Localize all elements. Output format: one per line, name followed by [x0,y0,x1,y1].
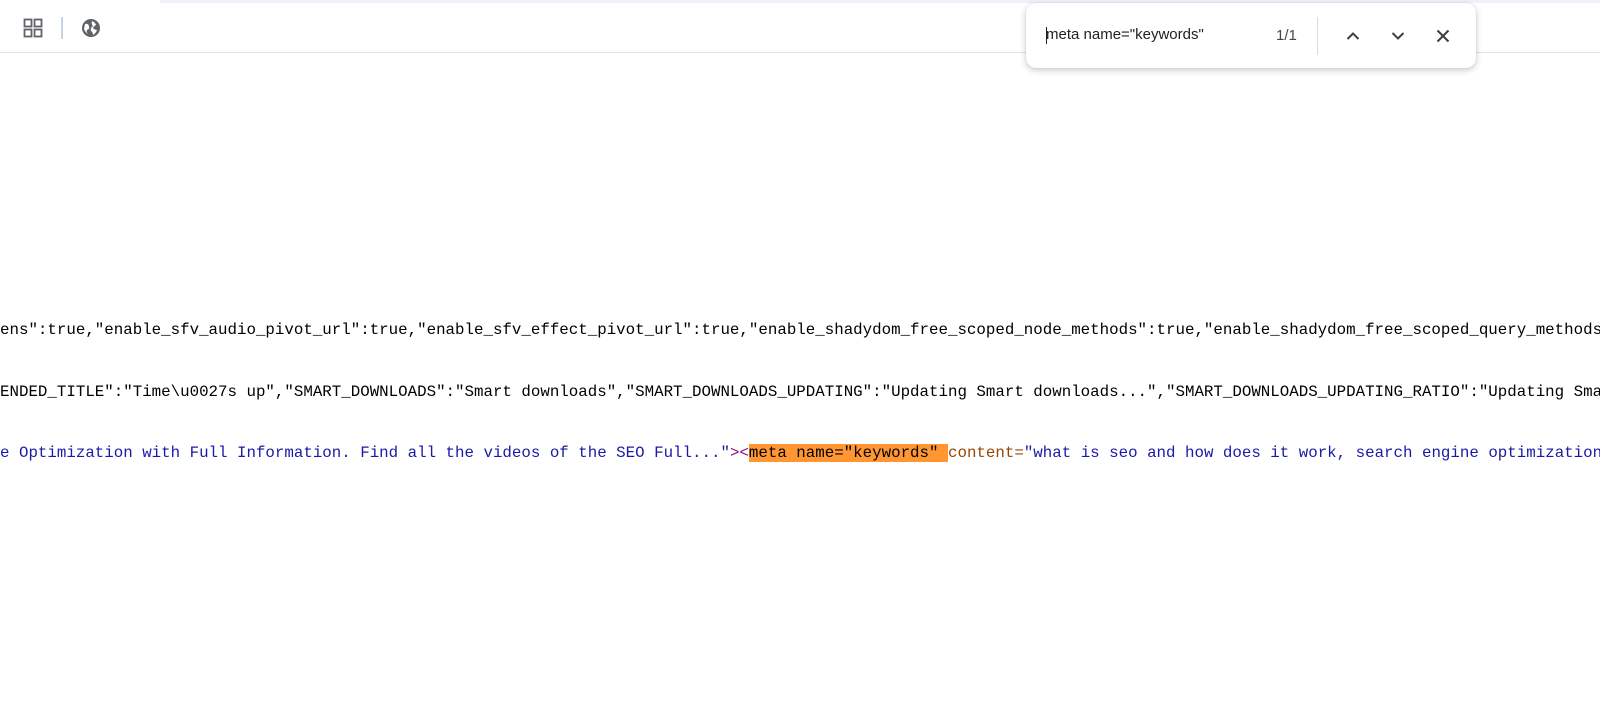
source-text: ens":true,"enable_sfv_audio_pivot_url":t… [0,321,1600,339]
attribute-value-text: "what is seo and how does it work, searc… [1023,444,1600,462]
close-find-button[interactable] [1428,21,1458,51]
source-text: ENDED_TITLE":"Time\u0027s up","SMART_DOW… [0,382,1600,401]
find-in-page-bar: 1/1 [1026,3,1476,68]
match-count: 1/1 [1276,27,1297,44]
text-caret [1046,27,1047,44]
chevron-down-icon [1391,32,1405,40]
tag-bracket: >< [729,444,749,462]
source-line: e Optimization with Full Information. Fi… [0,443,1600,464]
apps-grid-icon[interactable] [19,14,47,42]
find-bar-divider [1317,17,1318,55]
attribute-value-text: e Optimization with Full Information. Fi… [0,444,730,462]
previous-match-button[interactable] [1338,21,1368,51]
source-line: ENDED_TITLE":"Time\u0027s up","SMART_DOW… [0,382,1600,403]
source-line: ens":true,"enable_sfv_audio_pivot_url":t… [0,320,1600,341]
next-match-button[interactable] [1383,21,1413,51]
close-icon [1436,29,1450,43]
page-source-view: ens":true,"enable_sfv_audio_pivot_url":t… [0,279,1600,484]
find-input[interactable] [1046,21,1266,49]
find-match-highlight-space [938,444,948,462]
attribute-name-text: content= [947,444,1024,462]
chevron-up-icon [1346,32,1360,40]
find-match-highlight: meta name="keywords" [748,444,939,462]
globe-icon[interactable] [77,14,105,42]
toolbar-divider [61,17,63,39]
